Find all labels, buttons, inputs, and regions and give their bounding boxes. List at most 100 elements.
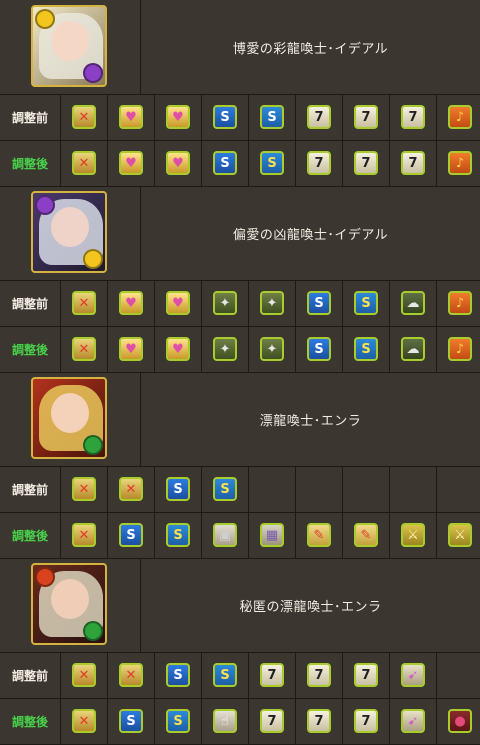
grid-divider [154, 140, 155, 186]
attribute-orb-icon [83, 63, 103, 83]
awakening-glyph: 7 [408, 155, 418, 171]
awakening-glyph: 7 [361, 667, 371, 683]
card-header: 博愛の彩龍喚士･イデアル [0, 0, 480, 95]
seven-combo-icon: 7 [354, 663, 378, 687]
awakening-glyph: S [361, 295, 371, 311]
awakening-glyph: S [220, 109, 230, 125]
move-time-plus-icon: S [213, 663, 237, 687]
grid-divider [154, 698, 155, 744]
grid-divider [436, 698, 437, 744]
awakening-glyph: S [314, 295, 324, 311]
sound-icon: ♪ [448, 105, 472, 129]
seven-combo-icon: 7 [354, 151, 378, 175]
grid-divider [201, 140, 202, 186]
awakening-glyph: 7 [314, 667, 324, 683]
grid-divider [295, 94, 296, 140]
awakening-glyph: ✎ [313, 527, 325, 543]
move-time-plus-icon: S [166, 523, 190, 547]
skill-boost-icon: ✕ [72, 709, 96, 733]
grid-divider [60, 140, 61, 186]
portrait-cell [0, 186, 141, 281]
grid-divider [389, 652, 390, 698]
after-row: 調整後 ✕ S S ☝ 7 7 7 ➹ ● [0, 698, 480, 745]
move-time-plus-icon: S [260, 151, 284, 175]
monster-portrait[interactable] [31, 5, 107, 87]
portrait-face [51, 393, 89, 433]
attack-up-icon: ➹ [401, 663, 425, 687]
grid-divider [436, 326, 437, 372]
card-header: 偏愛の凶龍喚士･イデアル [0, 186, 480, 281]
awakening-glyph: ✕ [125, 481, 137, 497]
awakening-glyph: S [220, 481, 230, 497]
awakening-glyph: ✦ [266, 341, 278, 357]
monster-portrait[interactable] [31, 191, 107, 273]
name-cell: 漂龍喚士･エンラ [141, 372, 480, 467]
grid-divider [342, 94, 343, 140]
awakening-glyph: 7 [314, 109, 324, 125]
awakening-glyph: ✦ [219, 295, 231, 311]
awakening-glyph: ✕ [78, 713, 90, 729]
monster-name: 秘匿の漂龍喚士･エンラ [239, 599, 382, 615]
awakening-glyph: ● [454, 713, 466, 729]
before-row: 調整前 ✕ ✕ S S 7 7 7 ➹ [0, 652, 480, 699]
attribute-orb-icon [35, 567, 55, 587]
grid-divider [248, 94, 249, 140]
move-time-icon: S [260, 105, 284, 129]
awakening-glyph: ♥ [172, 341, 184, 357]
awakening-glyph: 7 [361, 109, 371, 125]
skill-boost-icon: ✕ [72, 291, 96, 315]
grid-divider [60, 466, 61, 512]
move-time-plus-icon: S [354, 337, 378, 361]
grid-divider [342, 280, 343, 326]
grid-divider [248, 140, 249, 186]
attribute-orb-icon [35, 195, 55, 215]
grid-divider [60, 94, 61, 140]
grid-divider [342, 466, 343, 512]
portrait-cell [0, 0, 141, 95]
grid-divider [295, 652, 296, 698]
seven-combo-icon: 7 [307, 709, 331, 733]
grid-divider [107, 326, 108, 372]
skill-boost-icon: ✕ [119, 477, 143, 501]
heart-orb-plus-icon: ♥ [166, 291, 190, 315]
awakening-comparison-grid: 博愛の彩龍喚士･イデアル 調整前 ✕ ♥ ♥ S S 7 7 7 ♪ 調整後 ✕ ♥ ♥ S S 7 7 7 ♪ 偏愛の凶… [0, 0, 480, 745]
grid-divider [201, 466, 202, 512]
seven-combo-icon: 7 [260, 709, 284, 733]
portrait-face [51, 207, 89, 247]
card-block: 博愛の彩龍喚士･イデアル 調整前 ✕ ♥ ♥ S S 7 7 7 ♪ 調整後 ✕ ♥ ♥ S S 7 7 7 ♪ [0, 0, 480, 187]
awakening-glyph: ✕ [78, 667, 90, 683]
monster-name: 偏愛の凶龍喚士･イデアル [232, 227, 389, 243]
portrait-face [51, 21, 89, 61]
skill-boost-icon: ✕ [72, 151, 96, 175]
heart-orb-plus-icon: ♥ [119, 337, 143, 361]
sword-icon: ⚔ [401, 523, 425, 547]
grid-divider [107, 512, 108, 558]
skill-charge-icon: ✦ [213, 291, 237, 315]
monster-portrait[interactable] [31, 377, 107, 459]
attribute-orb-icon [83, 249, 103, 269]
awakening-glyph: ☝ [221, 713, 229, 729]
grid-divider [342, 326, 343, 372]
grid-divider [248, 466, 249, 512]
grid-divider [248, 698, 249, 744]
awakening-glyph: ☁ [406, 341, 420, 357]
awakening-glyph: ♥ [125, 109, 137, 125]
awakening-glyph: ♪ [455, 155, 465, 171]
awakening-glyph: ⚔ [454, 527, 466, 543]
heart-orb-plus-icon: ♥ [119, 105, 143, 129]
awakening-glyph: ♥ [172, 295, 184, 311]
grid-divider [107, 140, 108, 186]
grid-divider [436, 652, 437, 698]
before-row: 調整前 ✕ ♥ ♥ S S 7 7 7 ♪ [0, 94, 480, 141]
poison-resist-icon: S [213, 105, 237, 129]
grid-divider [248, 512, 249, 558]
cloud-resist-icon: ☁ [401, 291, 425, 315]
awakening-glyph: ✦ [219, 341, 231, 357]
grid-divider [295, 326, 296, 372]
heart-orb-plus-icon: ♥ [166, 151, 190, 175]
skill-boost-icon: ✕ [119, 663, 143, 687]
monster-portrait[interactable] [31, 563, 107, 645]
skill-boost-icon: ✕ [72, 523, 96, 547]
before-row: 調整前 ✕ ♥ ♥ ✦ ✦ S S ☁ ♪ [0, 280, 480, 327]
grid-divider [295, 140, 296, 186]
